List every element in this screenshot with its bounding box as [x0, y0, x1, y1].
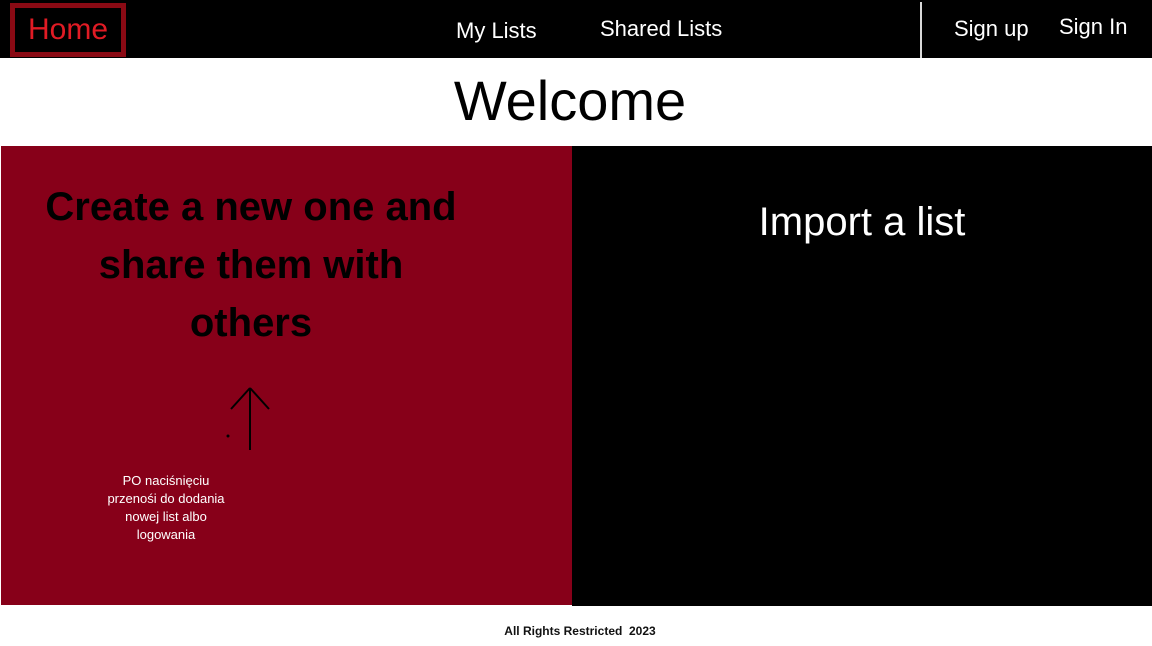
top-navbar: Home My Lists Shared Lists Sign up Sign … [0, 0, 1152, 58]
nav-shared-lists-link[interactable]: Shared Lists [600, 14, 722, 44]
nav-divider [920, 2, 922, 58]
sign-up-link[interactable]: Sign up [954, 14, 1029, 44]
import-list-title: Import a list [758, 200, 966, 244]
home-link[interactable]: Home [10, 3, 126, 57]
create-panel-note: PO naciśnięciu przenośi do dodania nowej… [107, 473, 225, 542]
import-list-panel[interactable]: Import a list [572, 146, 1152, 606]
arrow-up-icon [226, 387, 270, 450]
nav-my-lists-link[interactable]: My Lists [456, 16, 537, 46]
welcome-title: Welcome [453, 69, 687, 132]
sign-in-link[interactable]: Sign In [1059, 12, 1128, 42]
create-list-title: Create a new one and share them with oth… [45, 185, 457, 345]
footer-copyright: All Rights Restricted 2023 [504, 624, 656, 638]
create-list-panel[interactable]: Create a new one and share them with oth… [1, 146, 572, 605]
app-root: Home My Lists Shared Lists Sign up Sign … [0, 0, 1152, 646]
